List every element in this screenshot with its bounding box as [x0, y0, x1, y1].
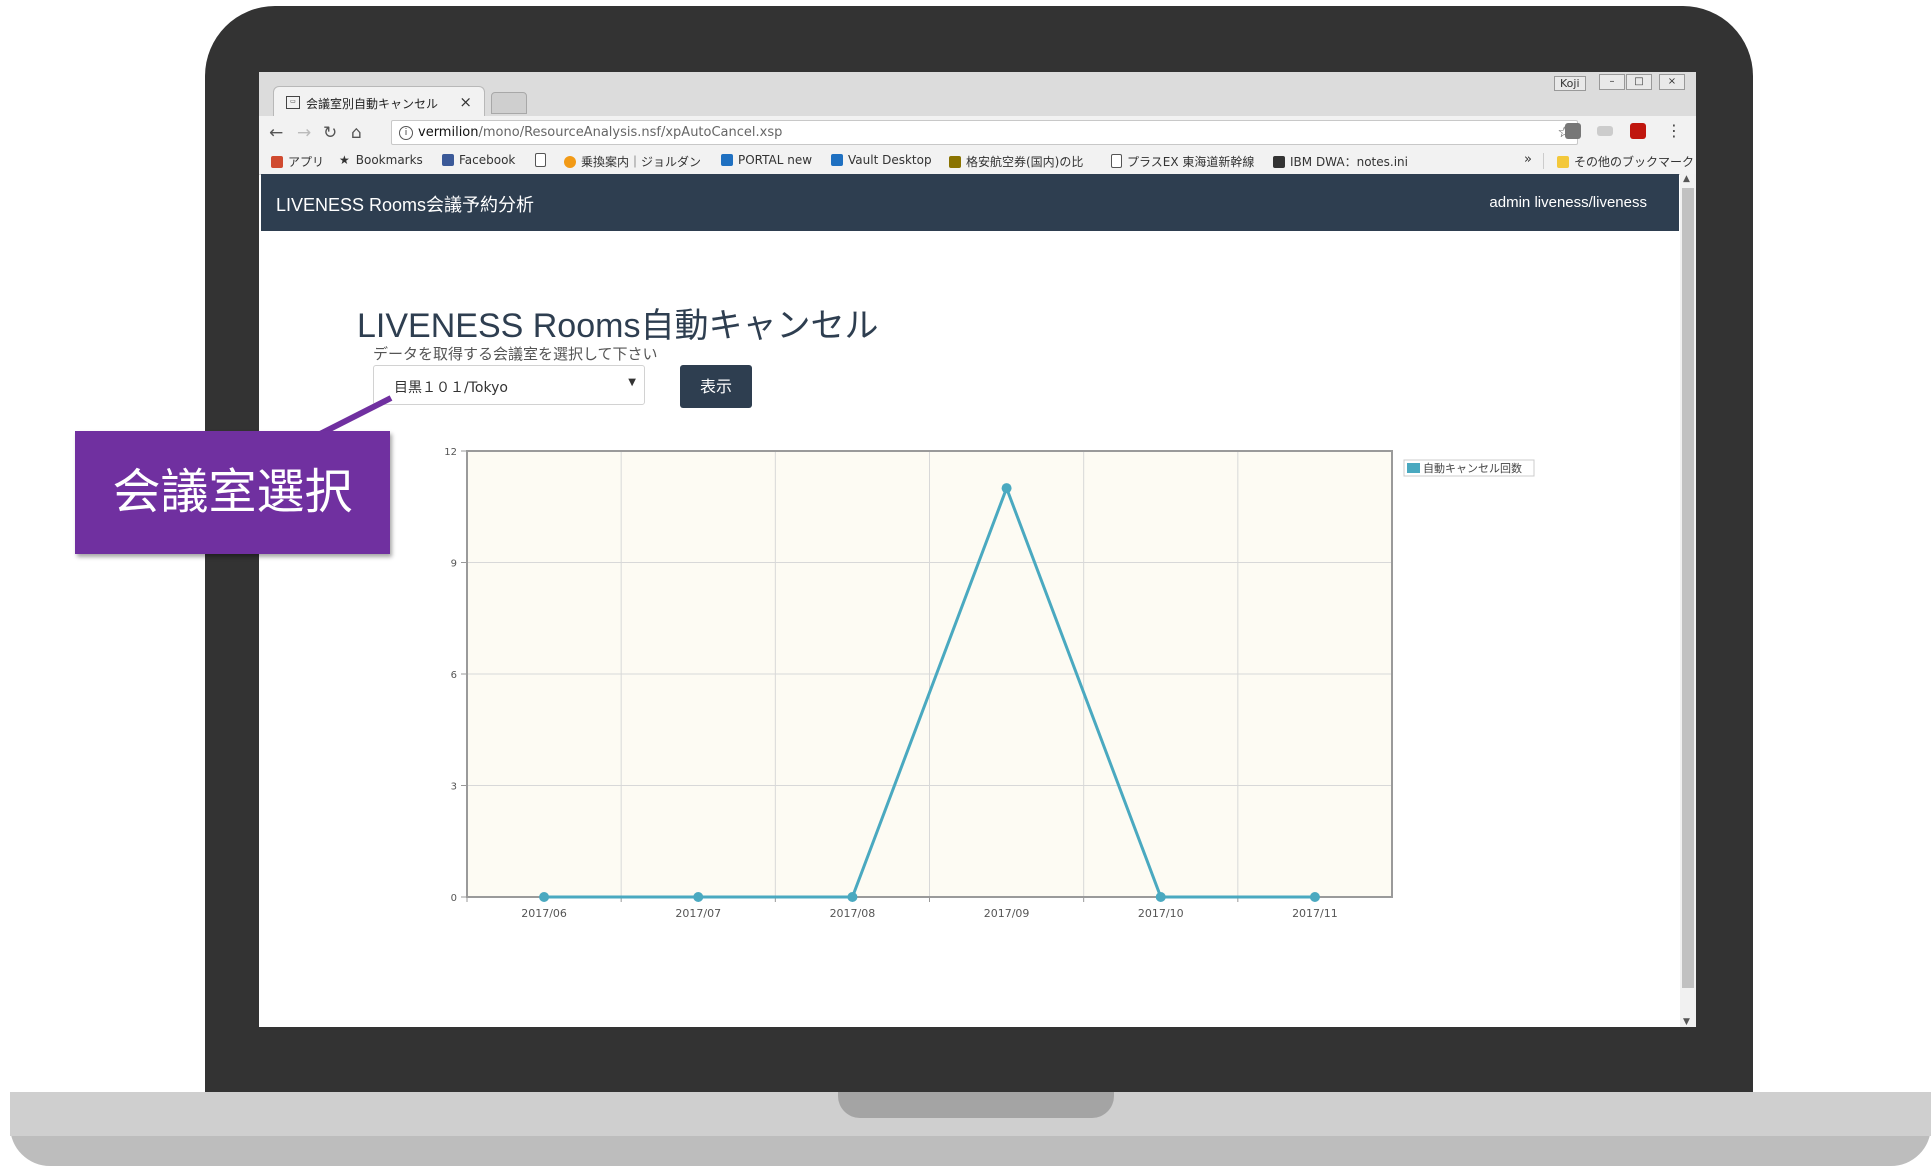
browser-window: ▭ 会議室別自動キャンセル × Koji – □ × ← → ↻ ⌂ i verm… — [259, 72, 1696, 1027]
auto-cancel-chart: 0 3 6 9 12 2017/06 2017/07 2017/08 2017/09 2017/1… — [444, 447, 1535, 920]
y-tick-label: 3 — [451, 782, 457, 793]
legend-label: 自動キャンセル回数 — [1423, 461, 1522, 475]
data-point — [539, 892, 550, 902]
y-tick-label: 6 — [451, 670, 457, 681]
data-point — [1309, 892, 1320, 902]
data-point — [1001, 483, 1012, 494]
laptop-notch — [838, 1092, 1114, 1118]
x-tick-label: 2017/06 — [521, 907, 567, 920]
y-tick-label: 12 — [444, 447, 457, 458]
x-tick-label: 2017/11 — [1292, 907, 1338, 920]
data-point — [1155, 892, 1166, 902]
x-tick-label: 2017/07 — [675, 907, 721, 920]
data-point — [693, 892, 704, 902]
x-tick-label: 2017/08 — [830, 907, 876, 920]
x-tick-label: 2017/10 — [1138, 907, 1184, 920]
y-tick-label: 9 — [451, 559, 457, 570]
callout-room-select: 会議室選択 — [75, 431, 390, 554]
data-point — [847, 892, 858, 902]
legend-swatch — [1407, 463, 1420, 473]
y-tick-label: 0 — [451, 893, 457, 904]
x-tick-label: 2017/09 — [984, 907, 1030, 920]
